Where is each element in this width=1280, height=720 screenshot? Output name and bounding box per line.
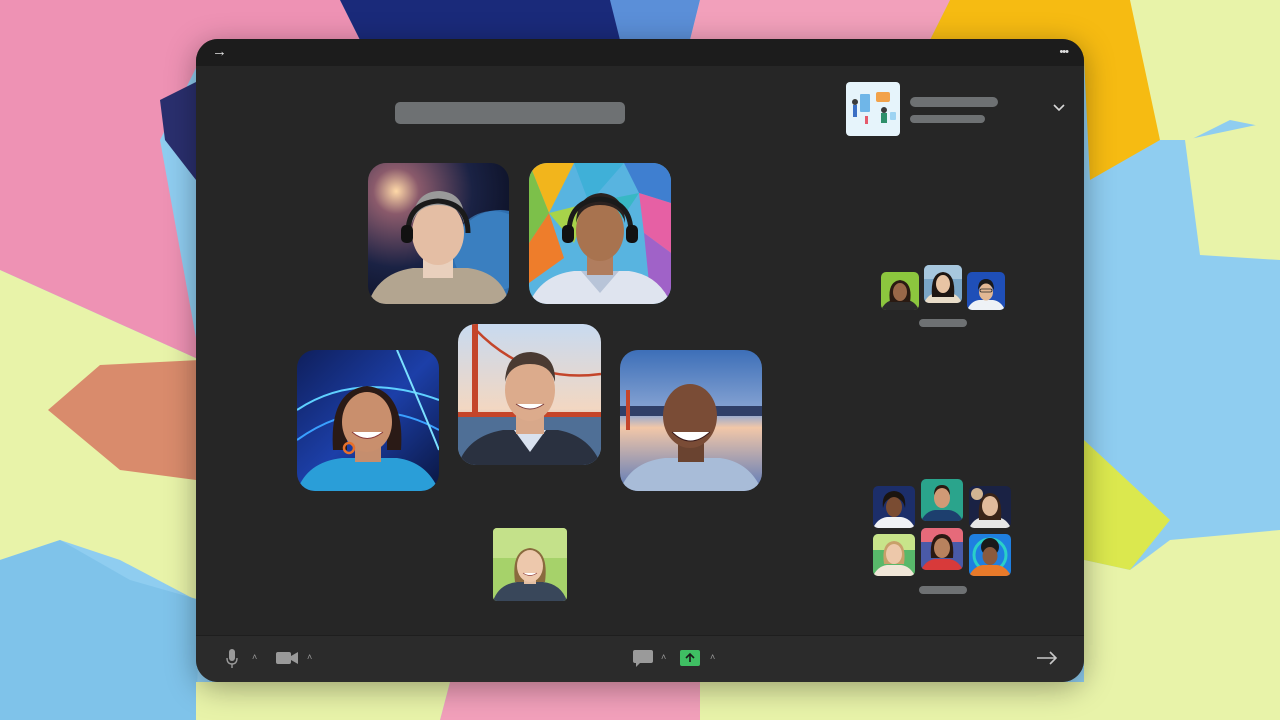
participant-tile-polygon-man[interactable] bbox=[529, 163, 671, 304]
participant-video bbox=[458, 324, 601, 465]
breakout-group-2-avatar-1[interactable] bbox=[873, 486, 915, 528]
participant-video bbox=[529, 163, 671, 304]
video-options-caret[interactable]: ˄ bbox=[307, 652, 312, 662]
participant-tile-bridge-man[interactable] bbox=[458, 324, 601, 465]
participant-tile-blue-woman[interactable] bbox=[297, 350, 439, 491]
avatar bbox=[873, 486, 915, 528]
participant-tile-skyline-man[interactable] bbox=[620, 350, 762, 491]
breakout-group-1-avatar-2[interactable] bbox=[924, 265, 962, 303]
title-bar: → ••• bbox=[196, 39, 1084, 66]
avatar bbox=[873, 534, 915, 576]
breakout-group-1-avatar-1[interactable] bbox=[881, 272, 919, 310]
mic-options-caret[interactable]: ˄ bbox=[252, 652, 257, 662]
preview-subtitle-placeholder bbox=[910, 115, 985, 123]
participant-video bbox=[620, 350, 762, 491]
arrow-right-icon[interactable]: → bbox=[212, 43, 227, 61]
preview-title-placeholder bbox=[910, 97, 998, 107]
presentation-thumbnail bbox=[846, 82, 900, 136]
breakout-group-2-avatar-4[interactable] bbox=[873, 534, 915, 576]
avatar bbox=[881, 272, 919, 310]
arrow-right-icon[interactable] bbox=[1036, 651, 1058, 665]
chat-options-caret[interactable]: ˄ bbox=[661, 652, 666, 662]
participant-video bbox=[297, 350, 439, 491]
avatar bbox=[924, 265, 962, 303]
avatar bbox=[967, 272, 1005, 310]
avatar bbox=[921, 528, 963, 570]
shared-content-preview[interactable] bbox=[846, 82, 900, 136]
share-screen-icon[interactable] bbox=[680, 650, 700, 666]
more-horizontal-icon[interactable]: ••• bbox=[1059, 43, 1069, 61]
breakout-group-2-avatar-3[interactable] bbox=[969, 486, 1011, 528]
breakout-group-1-avatar-3[interactable] bbox=[967, 272, 1005, 310]
participant-tile-space-man[interactable] bbox=[368, 163, 509, 304]
breakout-group-2-avatar-5[interactable] bbox=[921, 528, 963, 570]
participant-video bbox=[368, 163, 509, 304]
breakout-group-2-avatar-2[interactable] bbox=[921, 479, 963, 521]
video-camera-icon[interactable] bbox=[276, 651, 298, 665]
participant-video bbox=[493, 528, 567, 601]
avatar bbox=[921, 479, 963, 521]
microphone-icon[interactable] bbox=[226, 649, 238, 669]
chevron-down-icon[interactable] bbox=[1052, 103, 1066, 113]
avatar bbox=[969, 534, 1011, 576]
participant-tile-green-woman[interactable] bbox=[493, 528, 567, 601]
meeting-window: → ••• ˄ ˄ ˄ ˄ bbox=[196, 39, 1084, 682]
breakout-group-1-label-placeholder bbox=[919, 319, 967, 327]
breakout-group-2-label-placeholder bbox=[919, 586, 967, 594]
breakout-group-2-avatar-6[interactable] bbox=[969, 534, 1011, 576]
meeting-toolbar: ˄ ˄ ˄ ˄ bbox=[196, 635, 1084, 682]
chat-bubble-icon[interactable] bbox=[633, 650, 653, 667]
meeting-title-placeholder bbox=[395, 102, 625, 124]
share-options-caret[interactable]: ˄ bbox=[710, 652, 715, 662]
avatar bbox=[969, 486, 1011, 528]
